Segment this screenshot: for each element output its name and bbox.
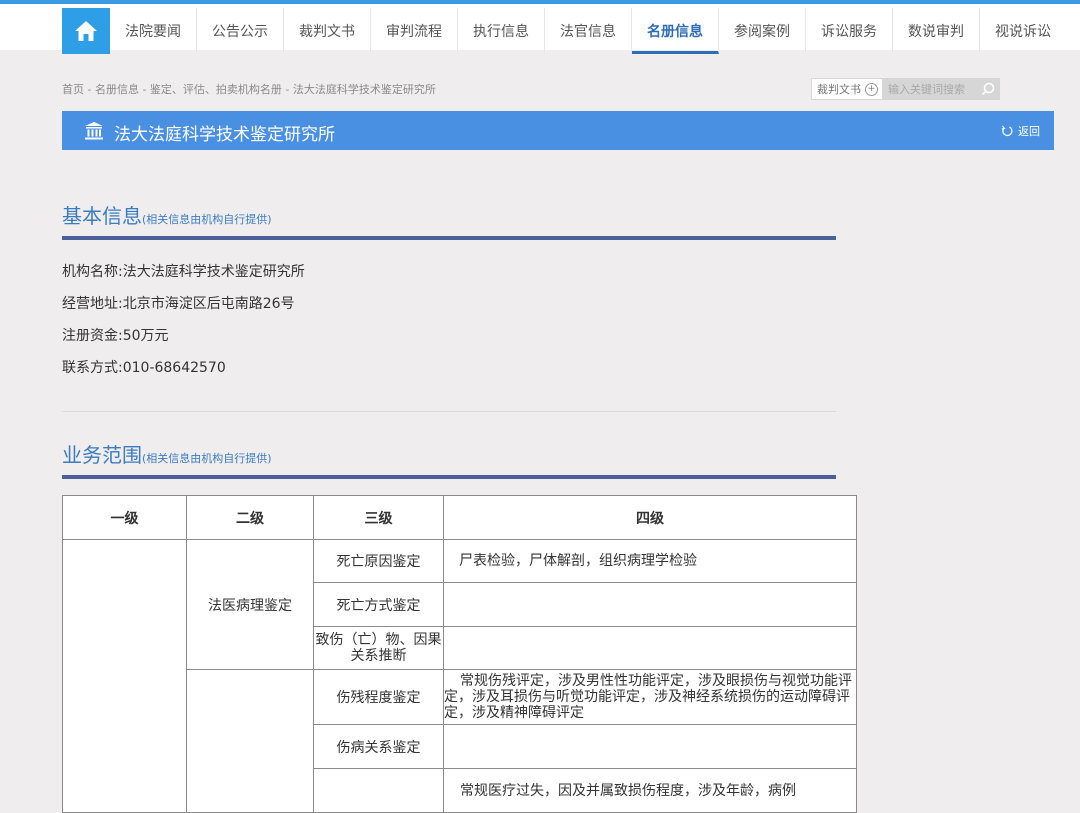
nav-item-data-trial[interactable]: 数说审判 — [893, 8, 980, 54]
info-line-capital: 注册资金:50万元 — [62, 328, 169, 344]
breadcrumb[interactable]: 首页 - 名册信息 - 鉴定、评估、拍卖机构名册 - 法大法庭科学技术鉴定研究所 — [62, 81, 436, 97]
main-nav: 法院要闻 公告公示 裁判文书 审判流程 执行信息 法官信息 名册信息 参阅案例 … — [110, 8, 1066, 54]
basic-info-title: 基本信息 — [62, 204, 142, 228]
level3-cell: 死亡方式鉴定 — [313, 582, 444, 627]
basic-info-note: (相关信息由机构自行提供) — [142, 213, 272, 226]
page-title: 法大法庭科学技术鉴定研究所 — [114, 125, 335, 145]
nav-item-litigation-service[interactable]: 诉讼服务 — [806, 8, 893, 54]
business-scope-table: 一级 二级 三级 四级 法医病理鉴定 死亡原因鉴定 尸表检验，尸体解剖，组织病理… — [62, 495, 857, 813]
nav-item-judgments[interactable]: 裁判文书 — [284, 8, 371, 54]
level3-cell: 伤残程度鉴定 — [313, 669, 444, 725]
nav-item-registry[interactable]: 名册信息 — [632, 8, 719, 54]
search-button[interactable] — [976, 78, 1000, 100]
nav-item-enforcement[interactable]: 执行信息 — [458, 8, 545, 54]
col-header-level1: 一级 — [62, 495, 187, 540]
back-button[interactable]: 返回 — [1001, 123, 1040, 139]
basic-info-divider — [62, 236, 836, 240]
home-button[interactable] — [62, 8, 110, 54]
level4-cell — [443, 724, 857, 769]
level4-cell — [443, 582, 857, 627]
home-icon — [75, 21, 97, 41]
nav-item-court-news[interactable]: 法院要闻 — [110, 8, 197, 54]
col-header-level2: 二级 — [186, 495, 314, 540]
level3-cell — [313, 768, 444, 813]
level2-cell: 法医病理鉴定 — [186, 539, 314, 670]
business-scope-title: 业务范围 — [62, 443, 142, 467]
level4-cell: 尸表检验，尸体解剖，组织病理学检验 — [443, 539, 857, 583]
level3-cell: 伤病关系鉴定 — [313, 724, 444, 769]
courthouse-icon — [85, 122, 103, 140]
col-header-level3: 三级 — [313, 495, 444, 540]
level2-cell — [186, 669, 314, 813]
business-scope-divider — [62, 475, 836, 479]
table-row: 法医病理鉴定 死亡原因鉴定 尸表检验，尸体解剖，组织病理学检验 — [62, 539, 857, 813]
search-scope-select[interactable]: 裁判文书 + — [811, 78, 883, 100]
level1-cell — [62, 539, 187, 813]
level3-cell: 致伤（亡）物、因果关系推断 — [313, 626, 444, 670]
info-line-name: 机构名称:法大法庭科学技术鉴定研究所 — [62, 264, 305, 280]
institution-title-bar: 法大法庭科学技术鉴定研究所 返回 — [62, 111, 1054, 150]
level4-cell: 常规伤残评定，涉及男性性功能评定，涉及眼损伤与视觉功能评定，涉及耳损伤与听觉功能… — [443, 669, 857, 725]
search-box: 裁判文书 + — [811, 78, 1000, 100]
level4-cell: 常规医疗过失，因及并属致损伤程度，涉及年龄，病例 — [443, 768, 857, 813]
level3-cell: 死亡原因鉴定 — [313, 539, 444, 583]
business-scope-heading: 业务范围(相关信息由机构自行提供) — [62, 439, 272, 468]
refresh-back-icon — [1001, 125, 1013, 137]
nav-item-judges[interactable]: 法官信息 — [545, 8, 632, 54]
section-separator — [62, 411, 836, 412]
search-input[interactable] — [883, 78, 976, 100]
top-nav-bar: 法院要闻 公告公示 裁判文书 审判流程 执行信息 法官信息 名册信息 参阅案例 … — [0, 0, 1080, 54]
nav-item-reference-cases[interactable]: 参阅案例 — [719, 8, 806, 54]
basic-info-heading: 基本信息(相关信息由机构自行提供) — [62, 200, 272, 229]
plus-circle-icon: + — [865, 82, 878, 96]
nav-item-video-litigation[interactable]: 视说诉讼 — [980, 8, 1066, 54]
search-icon — [981, 82, 995, 96]
back-label: 返回 — [1018, 125, 1040, 138]
table-header-row: 一级 二级 三级 四级 — [62, 495, 857, 540]
search-scope-label: 裁判文书 — [817, 83, 861, 96]
nav-item-trial-process[interactable]: 审判流程 — [371, 8, 458, 54]
business-scope-note: (相关信息由机构自行提供) — [142, 452, 272, 465]
info-line-contact: 联系方式:010-68642570 — [62, 360, 226, 376]
col-header-level4: 四级 — [443, 495, 857, 540]
basic-info-list: 机构名称:法大法庭科学技术鉴定研究所 经营地址:北京市海淀区后屯南路26号 注册… — [62, 262, 305, 390]
info-line-address: 经营地址:北京市海淀区后屯南路26号 — [62, 296, 295, 312]
nav-item-announcements[interactable]: 公告公示 — [197, 8, 284, 54]
level4-cell — [443, 626, 857, 670]
